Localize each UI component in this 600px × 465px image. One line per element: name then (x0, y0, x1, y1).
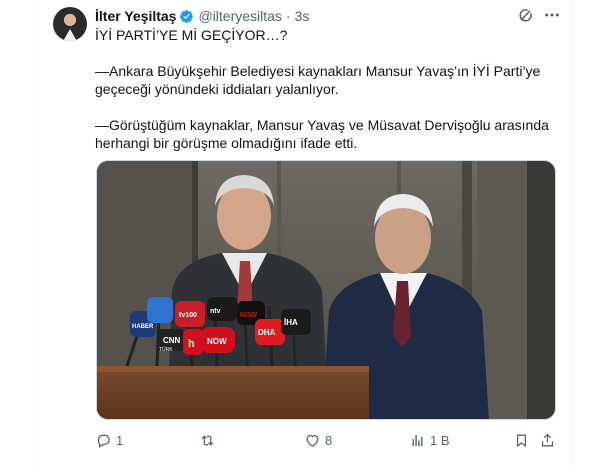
like-button[interactable]: 8 (304, 430, 332, 450)
mic-label-ntv: ntv (210, 308, 221, 315)
separator-dot: · (285, 8, 291, 24)
mic-label-habertv: h (188, 338, 195, 350)
tweet-paragraph-2: —Görüştüğüm kaynaklar, Mansur Yavaş ve M… (95, 117, 549, 151)
mic-label-tv100: tv100 (179, 312, 197, 319)
tweet-header: İlter Yeşiltaş @ilteryesiltas · 3s (95, 6, 309, 26)
tweet[interactable]: İlter Yeşiltaş @ilteryesiltas · 3s İYİ P… (39, 0, 572, 465)
timeline-border-right (572, 0, 573, 465)
grok-icon[interactable] (517, 7, 534, 24)
views-count: 1 B (430, 432, 450, 448)
like-icon (306, 434, 319, 447)
mic-label-now-2: NOW (240, 312, 258, 319)
author-handle[interactable]: @ilteryesiltas (198, 8, 281, 24)
reply-count: 1 (116, 432, 124, 448)
bookmark-icon (516, 434, 527, 447)
bookmark-button[interactable] (513, 430, 530, 450)
press-conference-photo: CNN h NOW DHA İHA HABER TÜRK tv100 ntv N… (97, 161, 555, 419)
share-icon (541, 433, 554, 446)
views-icon (412, 434, 423, 446)
mic-label-iha: İHA (284, 318, 298, 327)
tweet-text: İYİ PARTİ’YE Mİ GEÇİYOR…? —Ankara Büyükş… (95, 26, 563, 152)
repost-button[interactable] (199, 430, 220, 450)
repost-icon (201, 434, 214, 446)
mic-label-haber: HABER (132, 324, 154, 330)
share-button[interactable] (539, 430, 556, 450)
mic-label-turk: TÜRK (159, 346, 173, 353)
tweet-photo[interactable]: CNN h NOW DHA İHA HABER TÜRK tv100 ntv N… (96, 160, 556, 420)
tweet-paragraph-1: —Ankara Büyükşehir Belediyesi kaynakları… (95, 63, 541, 97)
reply-button[interactable]: 1 (95, 430, 123, 450)
more-icon[interactable] (542, 5, 562, 25)
tweet-actions: 1 8 1 B (95, 430, 557, 450)
views-button[interactable]: 1 B (409, 430, 450, 450)
like-count: 8 (325, 432, 333, 448)
verified-badge-icon (179, 9, 194, 24)
mic-label-dha: DHA (258, 328, 276, 337)
mic-label-cnn: CNN (163, 336, 181, 345)
author-name[interactable]: İlter Yeşiltaş (95, 8, 176, 24)
reply-icon (97, 434, 110, 448)
tweet-headline: İYİ PARTİ’YE Mİ GEÇİYOR…? (95, 27, 288, 43)
avatar[interactable] (53, 7, 87, 41)
mic-label-now: NOW (207, 337, 227, 346)
tweet-time[interactable]: 3s (295, 8, 310, 24)
